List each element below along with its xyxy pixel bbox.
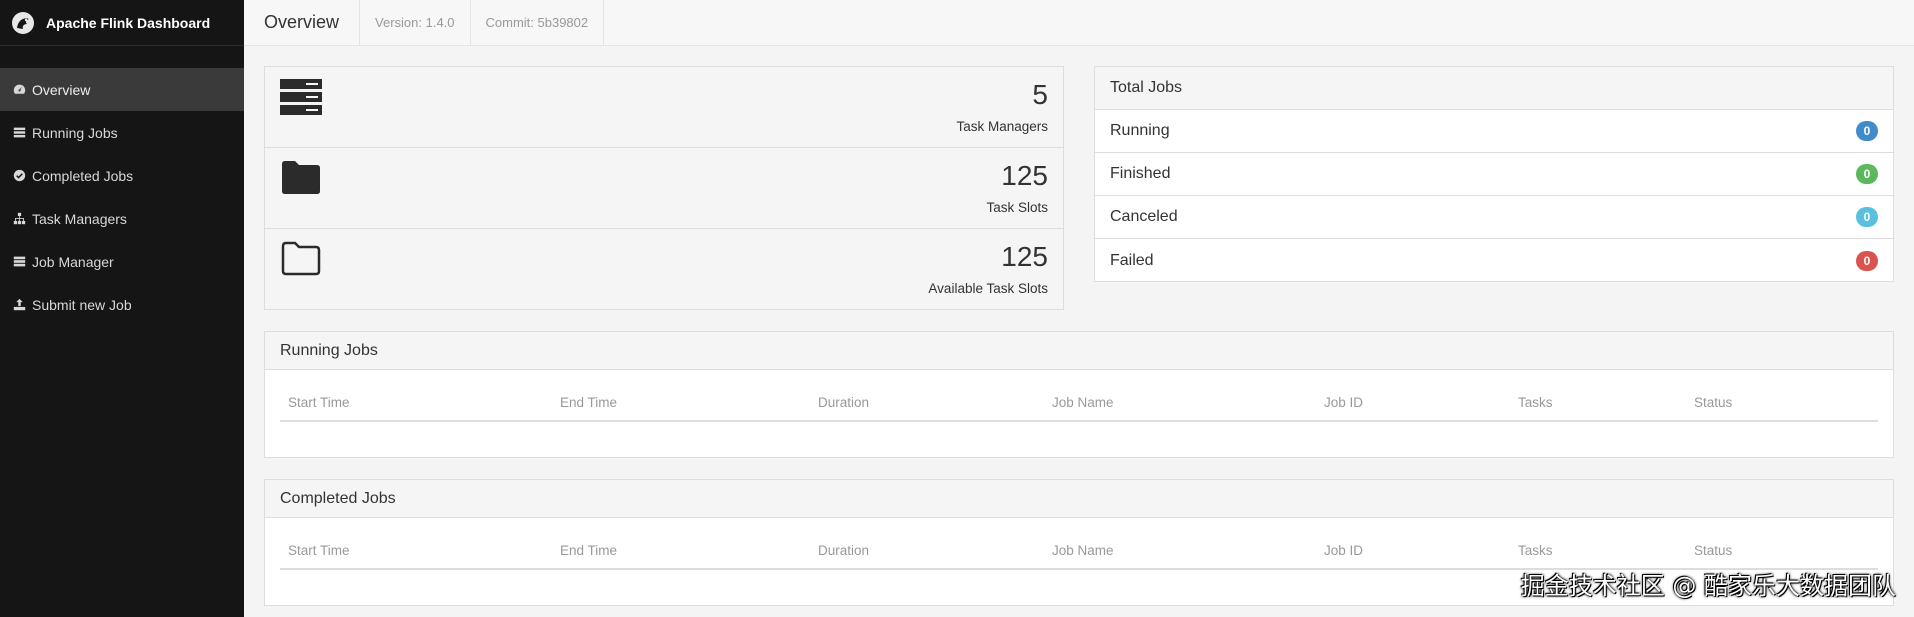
column-header[interactable]: End Time (560, 543, 617, 558)
cluster-stats-panel: 5 Task Managers 125 Task Slots 125 Avail… (264, 66, 1064, 310)
stat-task-slots: 125 Task Slots (265, 148, 1063, 229)
column-header[interactable]: Job Name (1052, 543, 1114, 558)
sidebar-item-label: Running Jobs (32, 124, 118, 141)
stat-value: 125 (1001, 160, 1048, 191)
column-header[interactable]: Start Time (288, 395, 350, 410)
sidebar-item-label: Task Managers (32, 210, 127, 227)
column-header[interactable]: End Time (560, 395, 617, 410)
check-circle-icon (13, 169, 26, 182)
sidebar-item-label: Completed Jobs (32, 167, 134, 184)
server-stack-icon (280, 79, 324, 119)
stat-task-managers: 5 Task Managers (265, 67, 1063, 148)
folder-open-icon (280, 241, 324, 281)
brand[interactable]: Apache Flink Dashboard (0, 0, 244, 46)
sidebar: Apache Flink Dashboard Overview Running … (0, 0, 244, 617)
count-badge: 0 (1856, 164, 1878, 184)
total-jobs-failed[interactable]: Failed 0 (1095, 239, 1893, 282)
sidebar-item-overview[interactable]: Overview (0, 68, 244, 111)
sidebar-item-label: Job Manager (32, 253, 114, 270)
column-header[interactable]: Job ID (1324, 395, 1363, 410)
stat-label: Task Managers (956, 119, 1048, 134)
sidebar-nav: Overview Running Jobs Completed Jobs Tas… (0, 68, 244, 326)
page-title: Overview (244, 0, 361, 45)
stat-value: 125 (1001, 241, 1048, 272)
sidebar-item-label: Overview (32, 81, 91, 98)
column-header[interactable]: Duration (818, 395, 869, 410)
sidebar-item-job-manager[interactable]: Job Manager (0, 240, 244, 283)
total-jobs-canceled[interactable]: Canceled 0 (1095, 196, 1893, 239)
column-header[interactable]: Tasks (1518, 395, 1553, 410)
count-badge: 0 (1856, 250, 1878, 271)
column-header[interactable]: Status (1694, 395, 1732, 410)
row-label: Failed (1110, 251, 1154, 269)
row-label: Finished (1110, 165, 1171, 182)
panel-heading: Completed Jobs (265, 480, 1893, 518)
topbar: Overview Version: 1.4.0 Commit: 5b39802 (244, 0, 1914, 46)
upload-icon (13, 298, 26, 311)
total-jobs-running[interactable]: Running 0 (1095, 110, 1893, 153)
row-label: Canceled (1110, 208, 1178, 225)
column-header[interactable]: Start Time (288, 543, 350, 558)
server-icon (13, 255, 26, 268)
total-jobs-panel: Total Jobs Running 0 Finished 0 Canceled… (1094, 66, 1894, 282)
commit-label: Commit: 5b39802 (471, 0, 605, 45)
brand-title: Apache Flink Dashboard (46, 14, 211, 31)
flink-squirrel-logo (10, 10, 36, 36)
watermark: 掘金技术社区 @ 酷家乐大数据团队 (1520, 572, 1896, 600)
folder-filled-icon (280, 160, 324, 200)
table-header: Start Time End Time Duration Job Name Jo… (280, 370, 1878, 422)
count-badge: 0 (1856, 121, 1878, 141)
list-icon (13, 126, 26, 139)
sitemap-icon (13, 212, 26, 225)
count-badge: 0 (1856, 207, 1878, 227)
version-label: Version: 1.4.0 (360, 0, 471, 45)
row-label: Running (1110, 122, 1170, 139)
stat-value: 5 (1032, 79, 1048, 110)
stat-label: Task Slots (986, 200, 1048, 215)
column-header[interactable]: Job ID (1324, 543, 1363, 558)
sidebar-item-submit-new-job[interactable]: Submit new Job (0, 283, 244, 326)
panel-heading: Running Jobs (265, 332, 1893, 370)
dashboard-icon (13, 83, 26, 96)
total-jobs-finished[interactable]: Finished 0 (1095, 153, 1893, 196)
sidebar-item-completed-jobs[interactable]: Completed Jobs (0, 154, 244, 197)
running-jobs-panel: Running Jobs Start Time End Time Duratio… (264, 331, 1894, 458)
stat-available-task-slots: 125 Available Task Slots (265, 229, 1063, 310)
stat-label: Available Task Slots (928, 281, 1048, 296)
column-header[interactable]: Tasks (1518, 543, 1553, 558)
sidebar-item-running-jobs[interactable]: Running Jobs (0, 111, 244, 154)
column-header[interactable]: Job Name (1052, 395, 1114, 410)
column-header[interactable]: Status (1694, 543, 1732, 558)
sidebar-item-label: Submit new Job (32, 296, 132, 313)
column-header[interactable]: Duration (818, 543, 869, 558)
table-header: Start Time End Time Duration Job Name Jo… (280, 518, 1878, 570)
panel-heading: Total Jobs (1095, 67, 1893, 110)
sidebar-item-task-managers[interactable]: Task Managers (0, 197, 244, 240)
